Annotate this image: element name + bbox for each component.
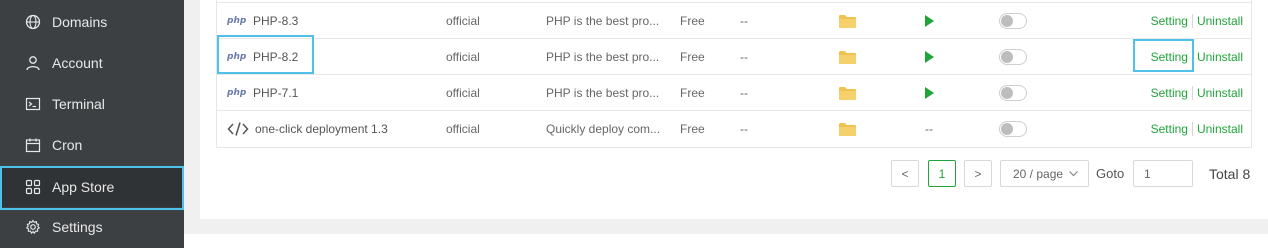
setting-button[interactable]: Setting: [1151, 122, 1188, 136]
gear-icon: [24, 218, 41, 235]
app-name-cell: php PHP-8.3: [227, 3, 437, 39]
app-name-cell: php PHP-7.1: [227, 75, 437, 111]
goto-input[interactable]: [1133, 160, 1193, 187]
code-icon: [227, 121, 251, 137]
app-name: one-click deployment 1.3: [255, 122, 388, 136]
sidebar-item-account[interactable]: Account: [0, 42, 184, 83]
folder-icon[interactable]: [839, 3, 859, 39]
operations: Setting Uninstall: [1103, 3, 1243, 39]
uninstall-button[interactable]: Uninstall: [1197, 86, 1243, 100]
app-expire: --: [740, 14, 748, 28]
app-description: Quickly deploy com...: [546, 122, 661, 136]
page-size-value: 20 / page: [1013, 166, 1064, 181]
app-description: PHP is the best pro...: [546, 86, 660, 100]
user-icon: [24, 54, 41, 71]
sidebar: Domains Account Terminal Cron App Store …: [0, 0, 184, 248]
app-description: PHP is the best pro...: [546, 14, 660, 28]
divider: [1191, 122, 1193, 136]
app-price: Free: [680, 14, 705, 28]
sidebar-item-domains[interactable]: Domains: [0, 1, 184, 42]
homepage-toggle[interactable]: [999, 75, 1029, 111]
next-page-button[interactable]: >: [964, 160, 992, 187]
app-type: official: [446, 86, 480, 100]
chevron-down-icon: [1069, 170, 1078, 177]
setting-highlight: [1133, 39, 1194, 72]
homepage-toggle[interactable]: [999, 3, 1029, 39]
folder-icon[interactable]: [839, 39, 859, 75]
app-expire: --: [740, 50, 748, 64]
app-price: Free: [680, 122, 705, 136]
terminal-icon: [24, 95, 41, 112]
folder-icon[interactable]: [839, 111, 859, 147]
start-placeholder: --: [925, 122, 933, 136]
app-price: Free: [680, 50, 705, 64]
uninstall-button[interactable]: Uninstall: [1197, 14, 1243, 28]
sidebar-item-label: Settings: [52, 218, 103, 235]
app-table: php PHP-8.3 official PHP is the best pro…: [216, 0, 1252, 148]
app-expire: --: [740, 122, 748, 136]
operations: Setting Uninstall: [1103, 75, 1243, 111]
setting-button[interactable]: Setting: [1151, 86, 1188, 100]
table-row: one-click deployment 1.3 official Quickl…: [217, 110, 1251, 146]
app-type: official: [446, 14, 480, 28]
divider: [1191, 14, 1193, 28]
play-icon[interactable]: [917, 3, 941, 39]
php-logo-icon: php: [227, 88, 247, 98]
table-row: php PHP-8.2 official PHP is the best pro…: [217, 38, 1251, 74]
php-logo-icon: php: [227, 16, 247, 26]
sidebar-item-terminal[interactable]: Terminal: [0, 83, 184, 124]
calendar-icon: [24, 136, 41, 153]
app-price: Free: [680, 86, 705, 100]
uninstall-button[interactable]: Uninstall: [1197, 122, 1243, 136]
globe-icon: [24, 13, 41, 30]
play-icon[interactable]: [917, 39, 941, 75]
goto-label: Goto: [1096, 166, 1125, 181]
app-type: official: [446, 50, 480, 64]
app-name: PHP-7.1: [253, 86, 299, 100]
app-expire: --: [740, 86, 748, 100]
page-size-select[interactable]: 20 / page: [1000, 160, 1089, 187]
setting-button[interactable]: Setting: [1151, 14, 1188, 28]
sidebar-item-label: Account: [52, 54, 103, 71]
app-name: PHP-8.3: [253, 14, 299, 28]
sidebar-item-label: Terminal: [52, 95, 105, 112]
sidebar-item-label: Cron: [52, 136, 83, 153]
bottom-panel: [184, 234, 1268, 248]
table-row: php PHP-7.1 official PHP is the best pro…: [217, 74, 1251, 110]
homepage-toggle[interactable]: [999, 39, 1029, 75]
total-count: Total 8: [1209, 165, 1251, 182]
uninstall-button[interactable]: Uninstall: [1197, 50, 1243, 64]
table-row: php PHP-8.3 official PHP is the best pro…: [217, 2, 1251, 38]
prev-page-button[interactable]: <: [891, 160, 919, 187]
page-number-1[interactable]: 1: [928, 160, 956, 187]
app-description: PHP is the best pro...: [546, 50, 660, 64]
app-name-cell: one-click deployment 1.3: [227, 111, 437, 147]
play-icon[interactable]: [917, 75, 941, 111]
operations: Setting Uninstall: [1103, 111, 1243, 147]
sidebar-item-cron[interactable]: Cron: [0, 124, 184, 165]
sidebar-item-label: Domains: [52, 13, 108, 30]
folder-icon[interactable]: [839, 75, 859, 111]
divider: [1191, 86, 1193, 100]
app-type: official: [446, 122, 480, 136]
homepage-toggle[interactable]: [999, 111, 1029, 147]
app-store-highlight: [0, 166, 184, 210]
php-8-2-highlight: [217, 35, 314, 74]
sidebar-item-settings[interactable]: Settings: [0, 206, 184, 247]
